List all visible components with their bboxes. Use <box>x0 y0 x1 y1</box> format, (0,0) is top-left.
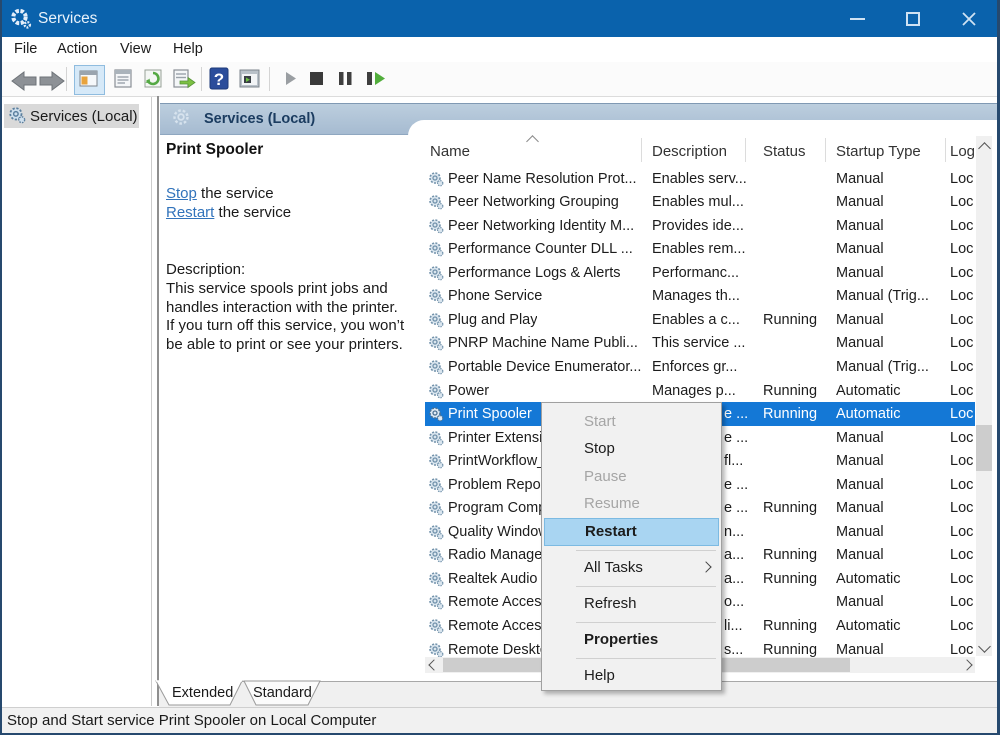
svg-text:?: ? <box>214 70 224 89</box>
